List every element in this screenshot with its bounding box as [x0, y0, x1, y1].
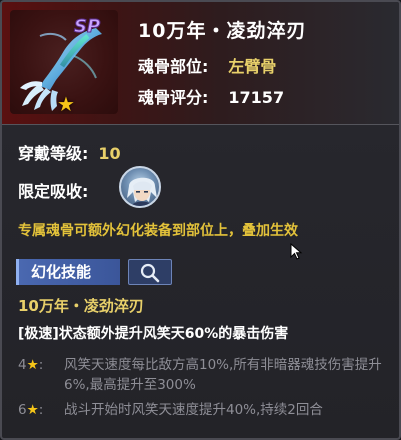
soul-bone-item-icon: SP ★	[10, 10, 118, 114]
bone-part-row: 魂骨部位: 左臂骨	[138, 53, 276, 77]
tab-transform-skill[interactable]: 幻化技能	[16, 259, 120, 285]
level-tag: 6★:	[18, 400, 58, 420]
character-avatar[interactable]	[119, 166, 161, 208]
skill-description: [极速]状态额外提升风笑天60%的暴击伤害	[18, 326, 289, 342]
svg-text:SP: SP	[74, 16, 100, 37]
level-separator: :	[38, 402, 44, 418]
item-title: 10万年・凌劲淬刃	[138, 20, 307, 42]
absorb-limit-label: 限定吸收:	[18, 182, 89, 201]
character-portrait-icon	[127, 177, 157, 206]
magnifier-icon	[140, 263, 160, 283]
search-button[interactable]	[128, 259, 172, 285]
level-number: 4	[18, 357, 27, 373]
exclusive-note: 专属魂骨可额外幻化装备到部位上，叠加生效	[18, 223, 298, 239]
bone-score-row: 魂骨评分: 17157	[138, 84, 284, 108]
level-tag: 4★:	[18, 355, 58, 375]
level-star-icon: ★	[26, 357, 39, 373]
level-effect-text: 战斗开始时风笑天速度提升40%,持续2回合	[64, 402, 323, 418]
level-star-icon: ★	[26, 402, 39, 418]
skill-tab-row: 幻化技能	[16, 259, 386, 287]
star-badge-icon: ★	[57, 92, 75, 114]
level-effect-text: 风笑天速度每比敌方高10%,所有非暗器魂技伤害提升6%,最高提升至300%	[64, 357, 382, 393]
wear-level-value: 10	[98, 144, 121, 163]
skill-name: 10万年・凌劲淬刃	[18, 297, 144, 315]
bone-score-value: 17157	[228, 88, 285, 107]
bone-part-label: 魂骨部位:	[138, 57, 209, 76]
level-number: 6	[18, 402, 27, 418]
bone-part-value: 左臂骨	[228, 57, 277, 76]
item-header: SP ★ 10万年・凌劲淬刃 魂骨部位: 左臂骨 魂骨评分: 17157	[2, 2, 399, 125]
soul-bone-tooltip-panel: SP ★ 10万年・凌劲淬刃 魂骨部位: 左臂骨 魂骨评分: 17157 穿戴等级:…	[0, 0, 401, 440]
wear-level-label: 穿戴等级:	[18, 144, 89, 163]
bone-score-label: 魂骨评分:	[138, 88, 209, 107]
absorb-limit-row: 限定吸收:	[18, 178, 88, 202]
level-separator: :	[38, 357, 44, 373]
wear-level-row: 穿戴等级: 10	[18, 140, 121, 164]
